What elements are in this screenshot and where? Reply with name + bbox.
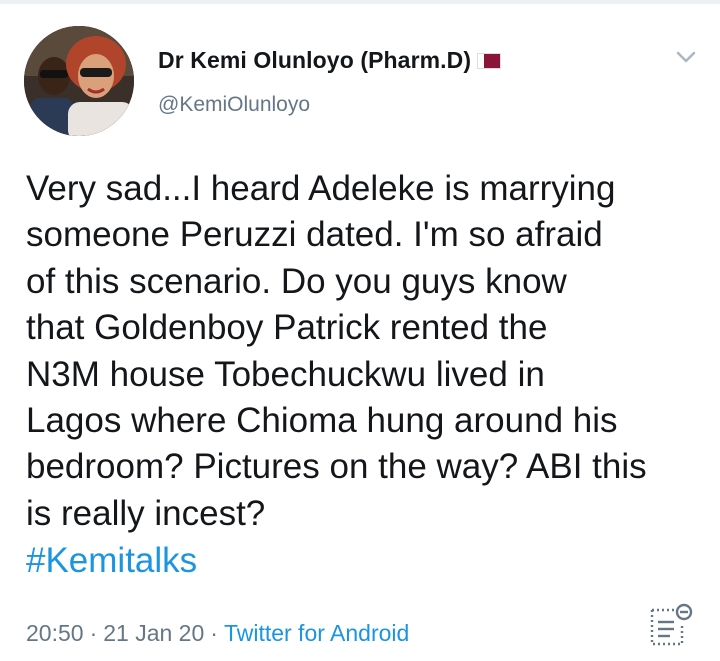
meta-separator: ·	[89, 620, 98, 646]
tweet-date: 21 Jan 20	[103, 620, 205, 646]
top-divider	[0, 0, 720, 4]
meta-separator: ·	[210, 620, 218, 646]
author-display-name[interactable]: Dr Kemi Olunloyo (Pharm.D)	[158, 47, 471, 74]
tweet-time: 20:50	[26, 620, 84, 646]
author-name-row[interactable]: Dr Kemi Olunloyo (Pharm.D)	[158, 47, 502, 74]
avatar[interactable]	[24, 26, 134, 136]
hashtag-link[interactable]: #Kemitalks	[26, 538, 197, 584]
tweet-meta: 20:50 · 21 Jan 20 · Twitter for Android	[26, 620, 409, 647]
tweet-source-link[interactable]: Twitter for Android	[224, 620, 409, 647]
analytics-icon[interactable]	[648, 602, 694, 648]
qatar-flag-icon	[477, 52, 502, 69]
chevron-down-icon[interactable]	[672, 47, 700, 67]
author-handle[interactable]: @KemiOlunloyo	[158, 93, 310, 117]
tweet-text: Very sad...I heard Adeleke is marrying s…	[26, 169, 647, 533]
